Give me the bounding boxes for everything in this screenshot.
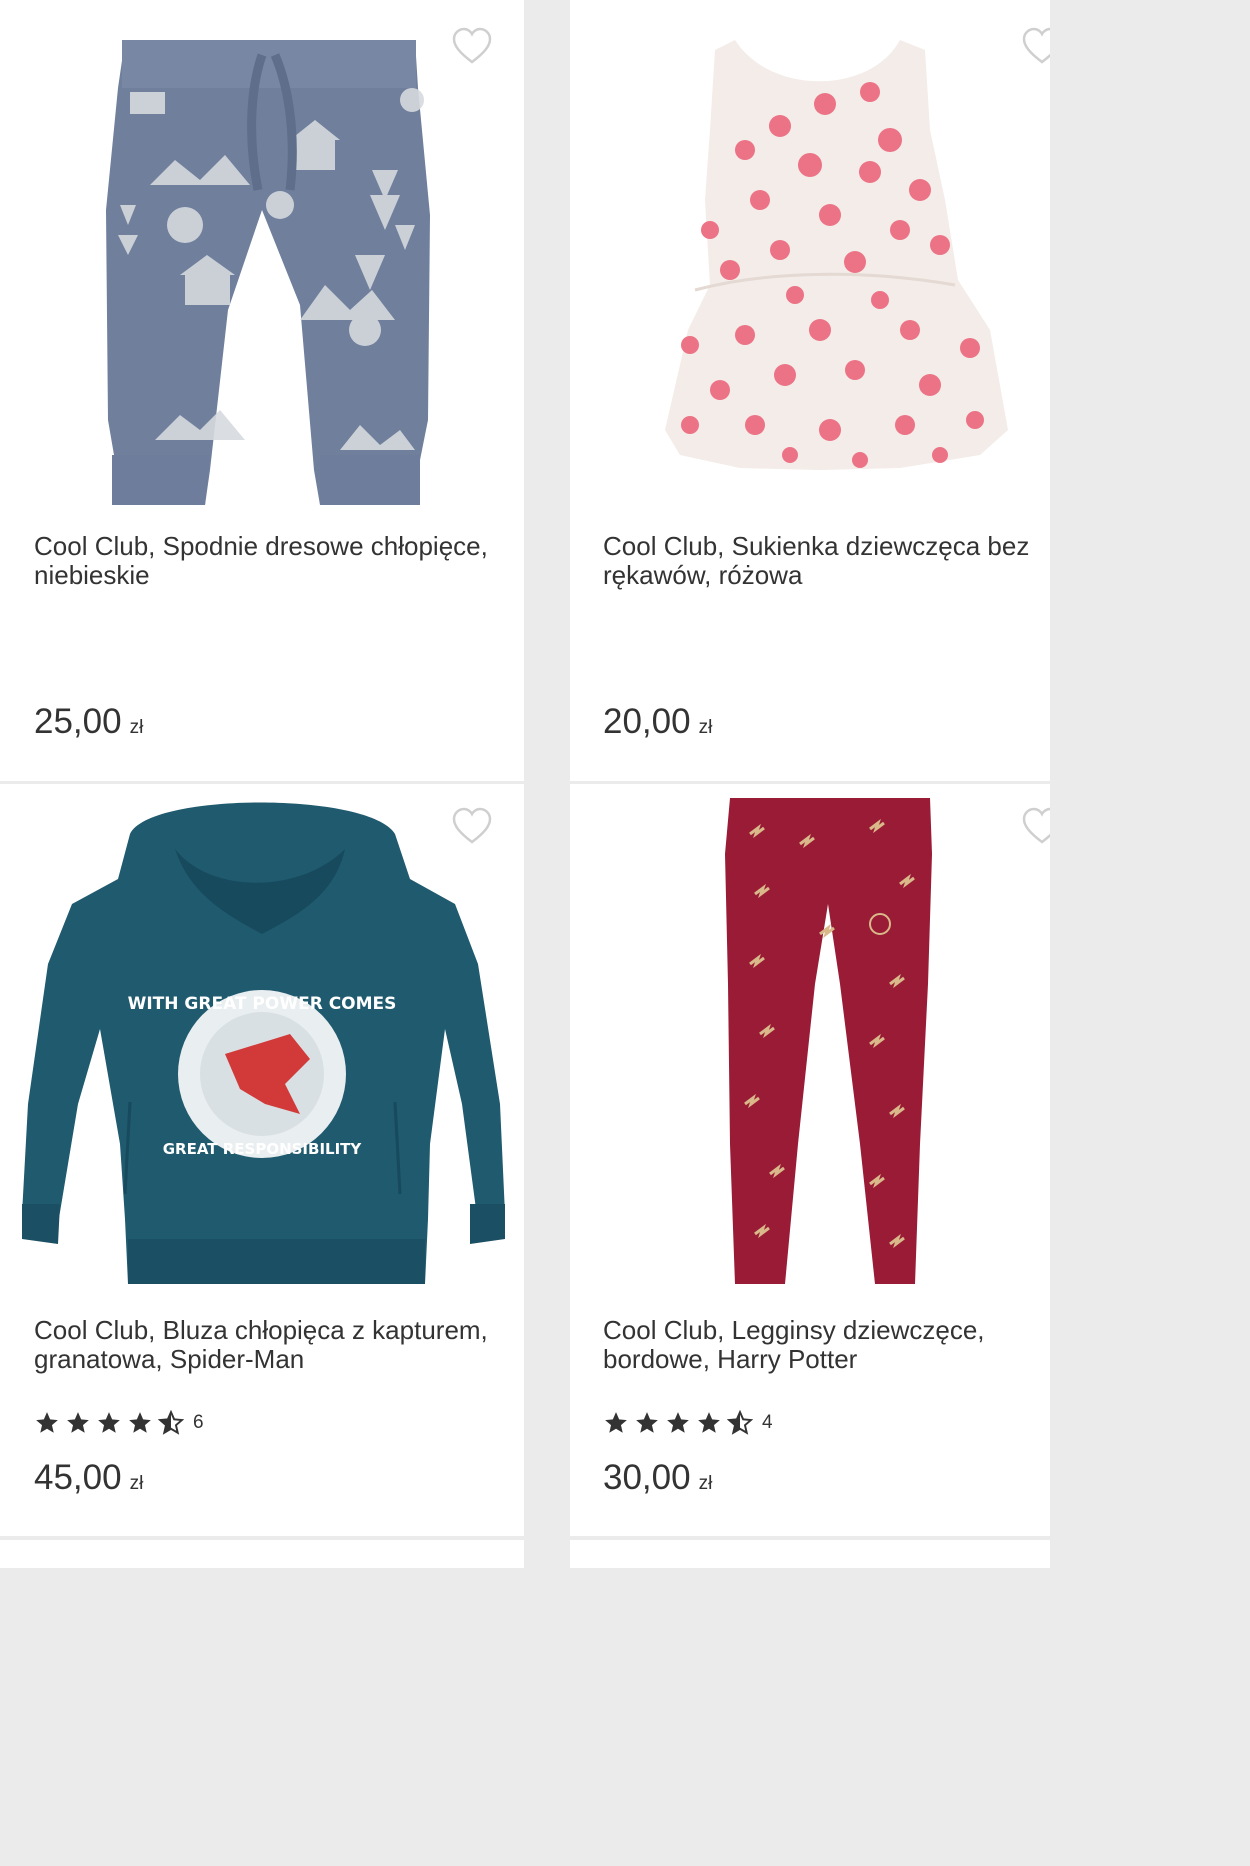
- product-title[interactable]: Cool Club, Sukienka dziewczęca bez rękaw…: [603, 532, 1030, 590]
- star-half-icon: [727, 1410, 753, 1436]
- product-title[interactable]: Cool Club, Bluza chłopięca z kapturem, g…: [34, 1316, 504, 1374]
- star-icon: [603, 1410, 629, 1436]
- product-price: 45,00 zł: [34, 1458, 143, 1498]
- review-count: 4: [762, 1412, 773, 1433]
- star-half-icon: [158, 1410, 184, 1436]
- product-title[interactable]: Cool Club, Legginsy dziewczęce, bordowe,…: [603, 1316, 1030, 1374]
- star-icon: [96, 1410, 122, 1436]
- price-currency: zł: [698, 1473, 713, 1494]
- star-icon: [34, 1410, 60, 1436]
- favorite-heart-icon[interactable]: [1020, 806, 1050, 846]
- jogger-pants-image: [106, 40, 430, 505]
- product-card[interactable]: WITH GREAT POWER COMES GREAT RESPONSIBIL…: [0, 784, 524, 1536]
- product-image[interactable]: [0, 0, 524, 510]
- price-amount: 20,00: [603, 702, 691, 741]
- rating[interactable]: 6: [34, 1410, 204, 1436]
- spiderman-hoodie-image: WITH GREAT POWER COMES GREAT RESPONSIBIL…: [22, 802, 505, 1284]
- star-icon: [696, 1410, 722, 1436]
- product-image[interactable]: [570, 784, 1050, 1294]
- favorite-heart-icon[interactable]: [450, 806, 494, 846]
- product-price: 25,00 zł: [34, 702, 143, 742]
- price-amount: 25,00: [34, 702, 122, 741]
- product-card[interactable]: Cool Club, Legginsy dziewczęce, bordowe,…: [570, 784, 1050, 1536]
- print-text-top: WITH GREAT POWER COMES: [128, 994, 397, 1014]
- product-image[interactable]: WITH GREAT POWER COMES GREAT RESPONSIBIL…: [0, 784, 524, 1294]
- star-icon: [65, 1410, 91, 1436]
- product-card[interactable]: Cool Club, Sukienka dziewczęca bez rękaw…: [570, 0, 1050, 781]
- star-icon: [127, 1410, 153, 1436]
- review-count: 6: [193, 1412, 204, 1433]
- product-title[interactable]: Cool Club, Spodnie dresowe chłopięce, ni…: [34, 532, 504, 590]
- price-currency: zł: [129, 717, 144, 738]
- product-image[interactable]: [570, 0, 1050, 510]
- print-text-bottom: GREAT RESPONSIBILITY: [163, 1140, 363, 1158]
- price-amount: 45,00: [34, 1458, 122, 1497]
- polka-dot-dress-image: [665, 40, 1008, 470]
- product-card-partial[interactable]: [570, 1540, 1050, 1568]
- price-amount: 30,00: [603, 1458, 691, 1497]
- price-currency: zł: [129, 1473, 144, 1494]
- favorite-heart-icon[interactable]: [450, 26, 494, 66]
- star-icon: [665, 1410, 691, 1436]
- rating[interactable]: 4: [603, 1410, 773, 1436]
- product-price: 30,00 zł: [603, 1458, 712, 1498]
- price-currency: zł: [698, 717, 713, 738]
- product-card-partial[interactable]: [0, 1540, 524, 1568]
- harry-potter-leggings-image: [725, 798, 932, 1284]
- product-price: 20,00 zł: [603, 702, 712, 742]
- star-icon: [634, 1410, 660, 1436]
- favorite-heart-icon[interactable]: [1020, 26, 1050, 66]
- product-card[interactable]: Cool Club, Spodnie dresowe chłopięce, ni…: [0, 0, 524, 781]
